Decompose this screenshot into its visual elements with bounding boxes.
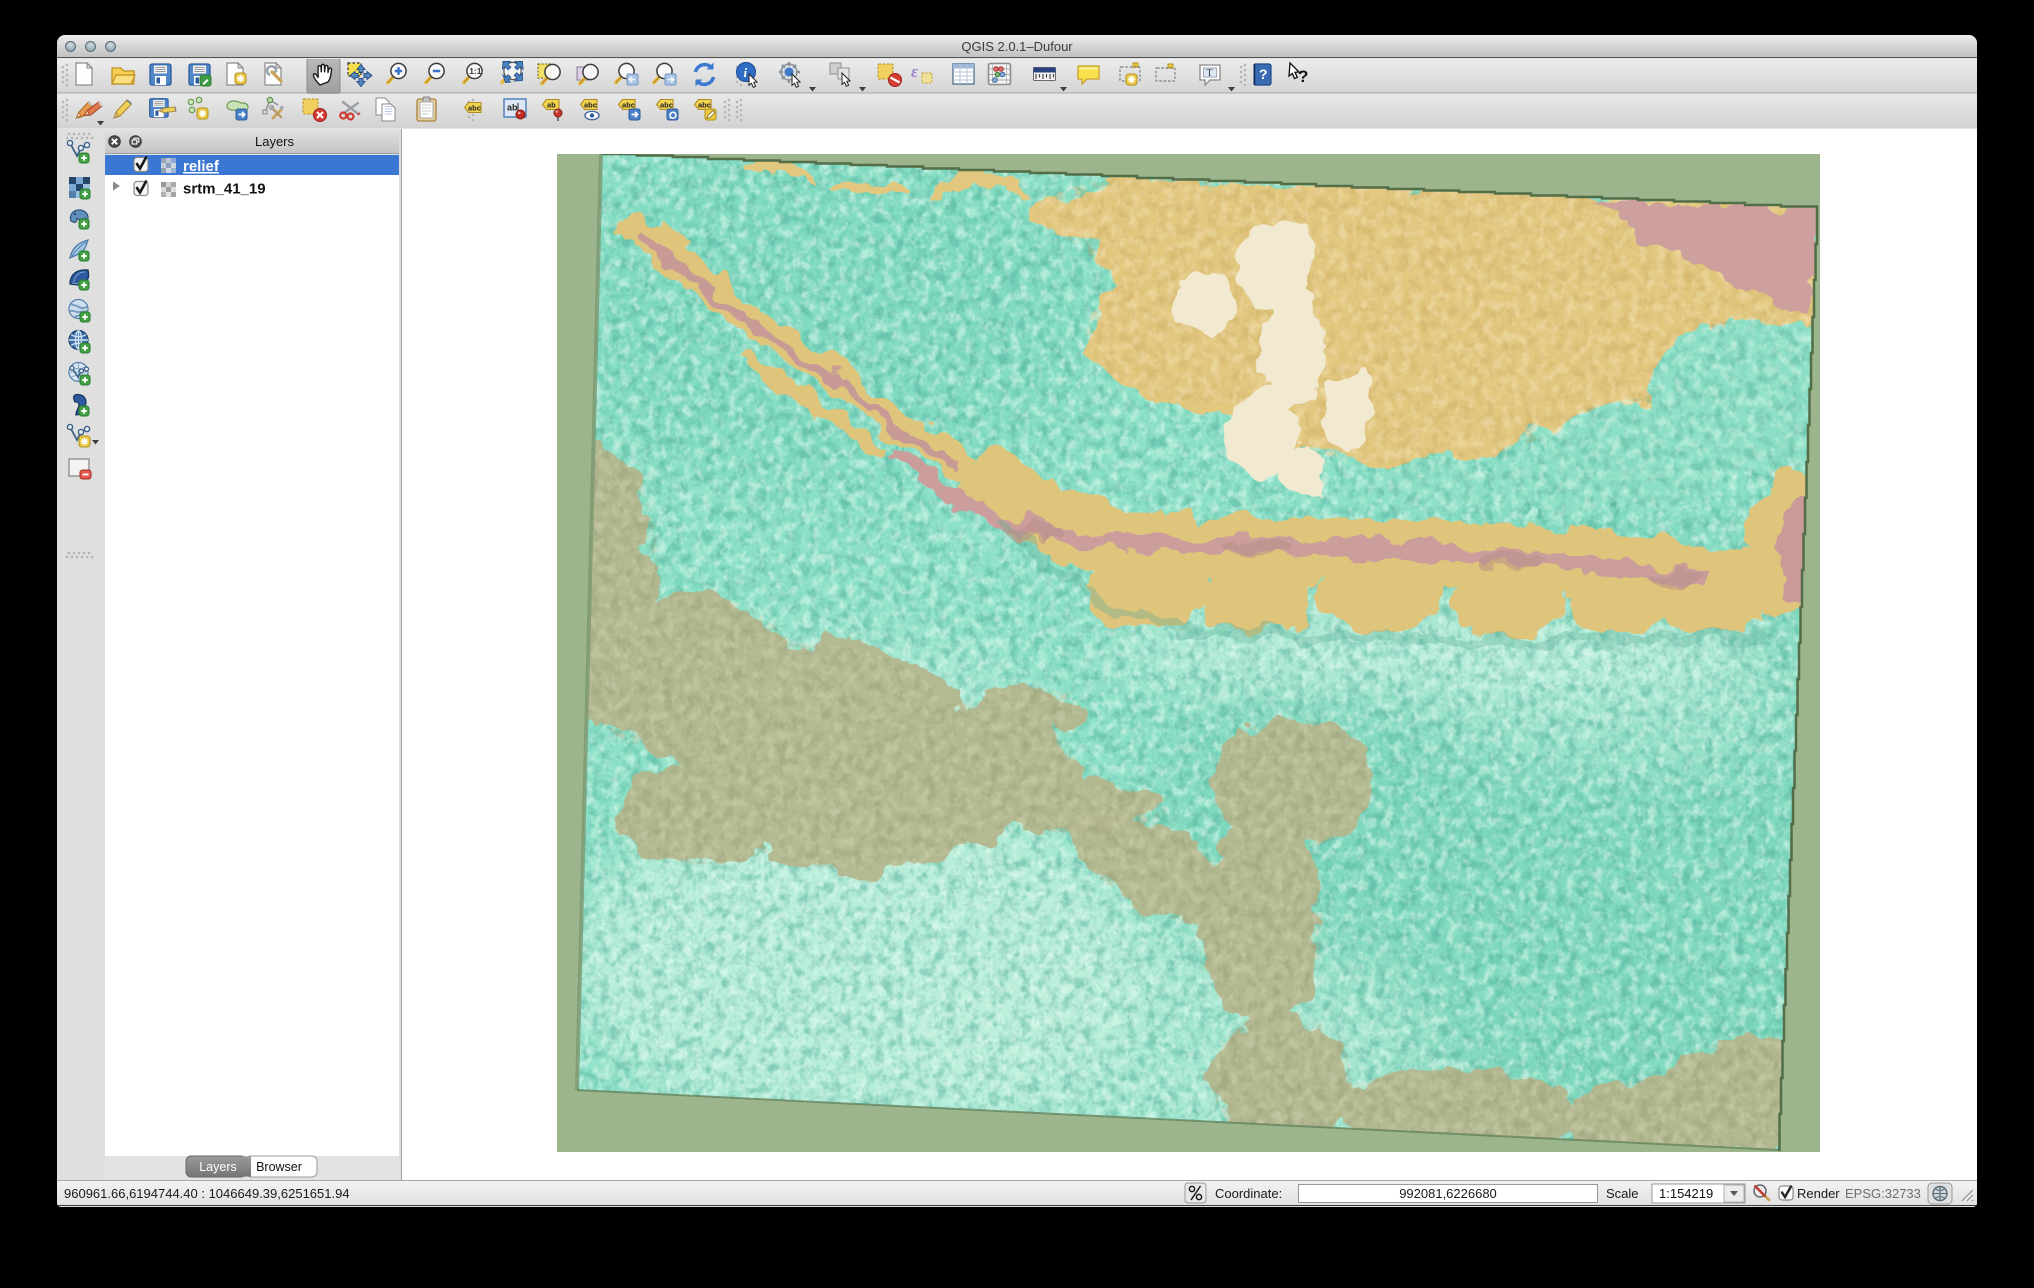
svg-text:relief: relief <box>183 158 220 175</box>
svg-text:Layers: Layers <box>199 1160 237 1174</box>
svg-text:?: ? <box>1298 67 1308 86</box>
svg-text:ab: ab <box>547 101 556 110</box>
svg-text:1:154219: 1:154219 <box>1659 1186 1713 1201</box>
svg-text:1:1: 1:1 <box>469 66 482 76</box>
svg-text:Browser: Browser <box>256 1160 302 1174</box>
svg-text:srtm_41_19: srtm_41_19 <box>183 181 266 198</box>
svg-text:ab: ab <box>507 103 518 113</box>
svg-text:T: T <box>1207 68 1213 79</box>
svg-text:ε: ε <box>911 62 918 81</box>
svg-text:?: ? <box>1259 66 1268 82</box>
svg-text:i: i <box>744 65 748 80</box>
